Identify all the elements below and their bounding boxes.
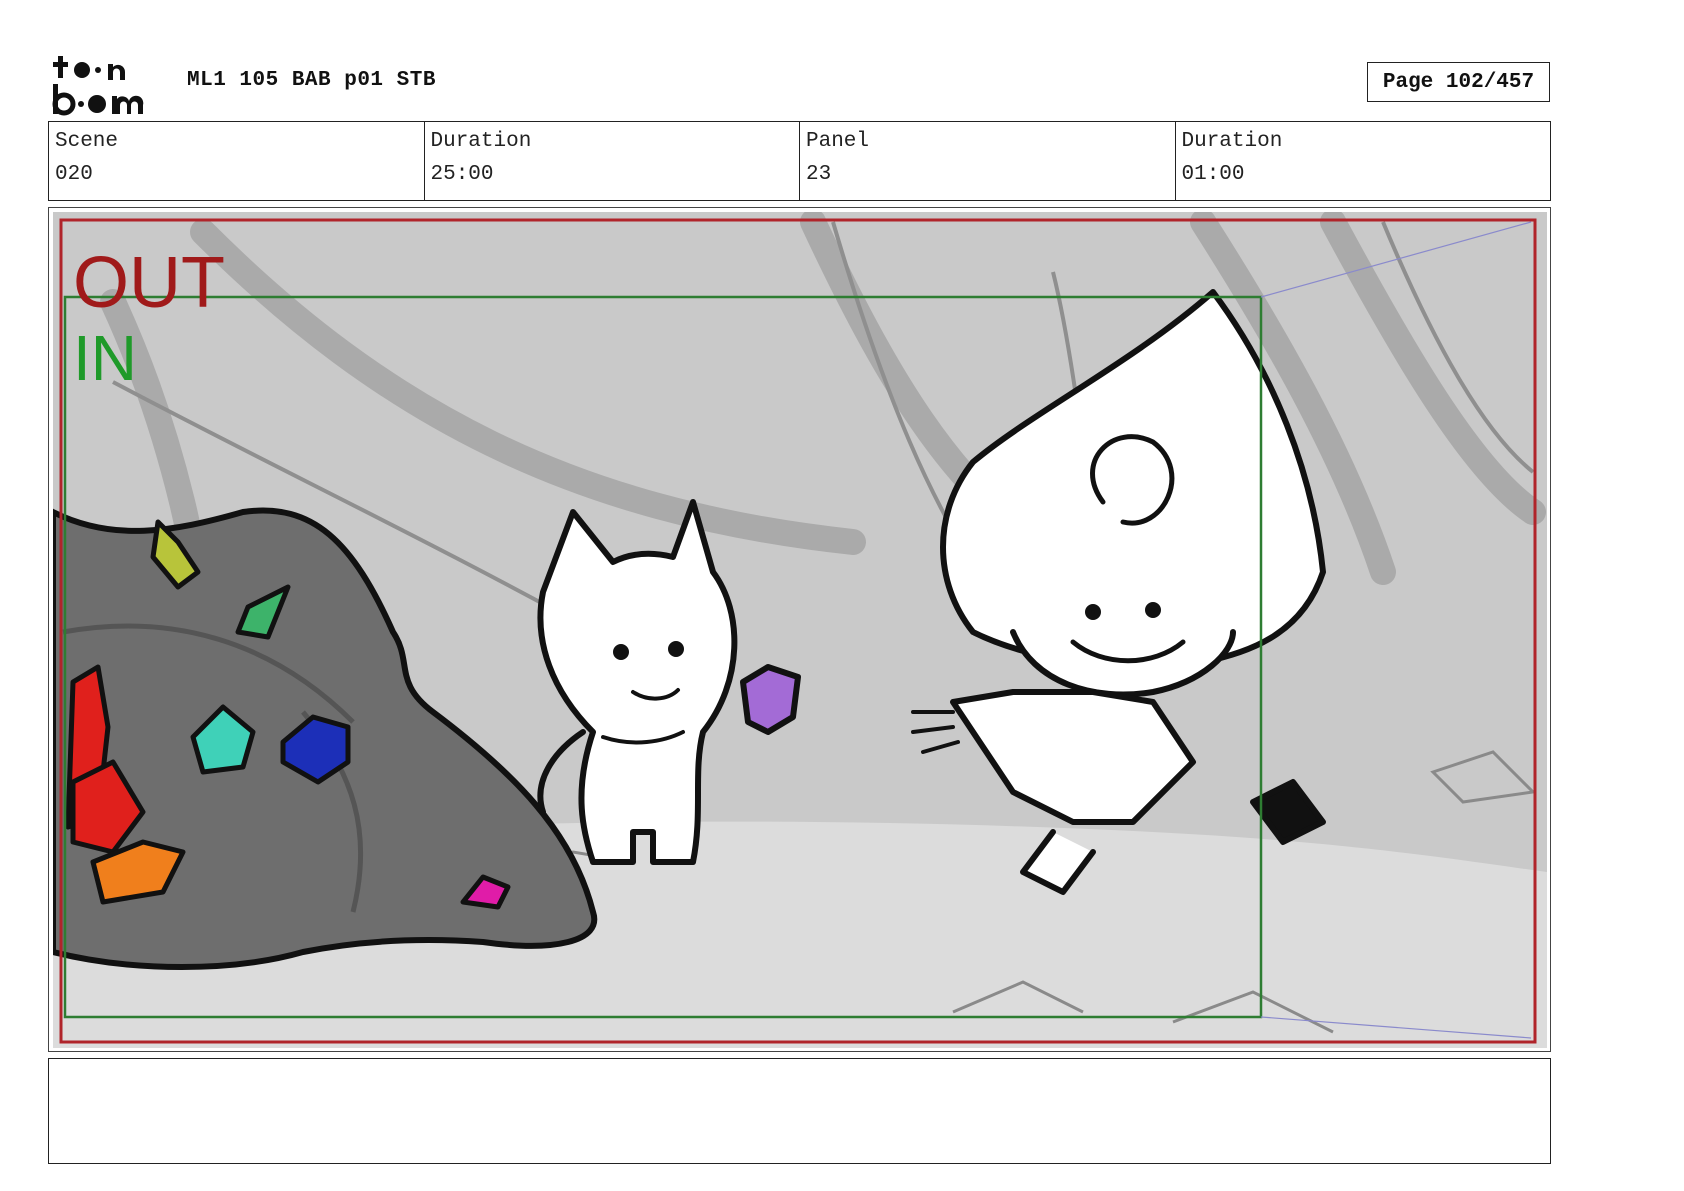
panel-duration-value: 01:00	[1181, 163, 1245, 186]
scene-value: 020	[55, 163, 93, 186]
document-title: ML1 105 BAB p01 STB	[187, 69, 436, 92]
page-indicator: Page 102/457	[1367, 62, 1550, 102]
scene-cell: Scene 020	[49, 122, 425, 200]
panel-duration-label: Duration	[1181, 130, 1283, 153]
out-label: OUT	[73, 243, 225, 323]
scene-duration-value: 25:00	[430, 163, 494, 186]
panel-cell: Panel 23	[800, 122, 1176, 200]
scene-label: Scene	[55, 130, 119, 153]
scene-duration-label: Duration	[430, 130, 532, 153]
panel-label: Panel	[806, 130, 870, 153]
panel-duration-cell: Duration 01:00	[1176, 122, 1551, 200]
panel-drawing: OUT IN	[53, 212, 1547, 1048]
scene-info-table: Scene 020 Duration 25:00 Panel 23 Durati…	[48, 121, 1551, 201]
caption-box	[48, 1058, 1551, 1164]
toon-boom-logo-graphic	[52, 56, 144, 116]
in-label: IN	[73, 322, 137, 394]
storyboard-panel: OUT IN	[48, 207, 1551, 1052]
panel-value: 23	[806, 163, 832, 186]
scene-duration-cell: Duration 25:00	[425, 122, 800, 200]
toon-boom-logo	[52, 54, 168, 116]
